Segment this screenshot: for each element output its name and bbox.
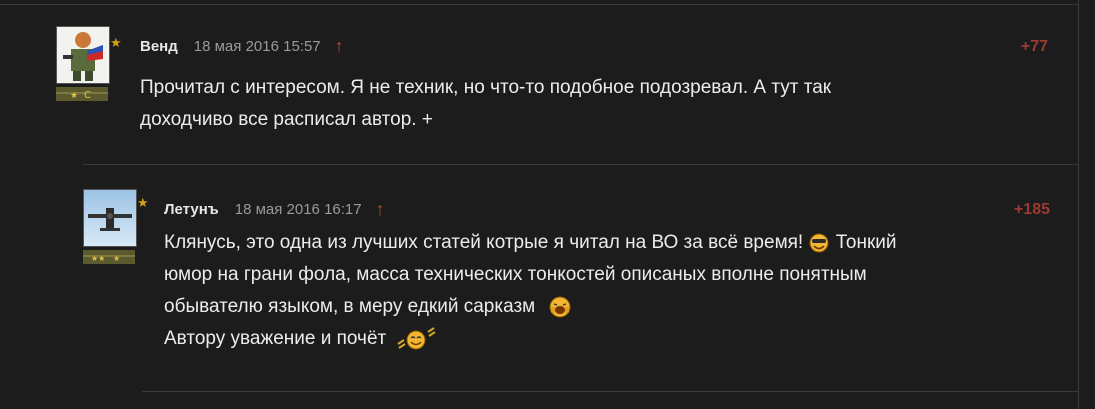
comment-date[interactable]: 18 мая 2016 16:17 xyxy=(235,201,362,218)
svg-text:★: ★ xyxy=(113,254,120,263)
comment-text-line: Прочитал с интересом. Я не техник, но чт… xyxy=(140,77,832,98)
arrow-up-icon[interactable]: ↑ xyxy=(376,200,385,218)
comment-text-line: Клянусь, это одна из лучших статей котры… xyxy=(164,227,1054,259)
author-name[interactable]: Летунъ xyxy=(164,201,219,218)
svg-text:C: C xyxy=(84,90,91,101)
comment-date[interactable]: 18 мая 2016 15:57 xyxy=(194,38,321,55)
comment-score: +77 xyxy=(1020,38,1048,55)
comment-text: Прочитал с интересом. Я не техник, но чт… xyxy=(140,72,1040,136)
comment-meta: Венд 18 мая 2016 15:57 ↑ xyxy=(140,37,344,55)
comment-score: +185 xyxy=(1013,201,1050,218)
comment-meta: Летунъ 18 мая 2016 16:17 ↑ xyxy=(164,200,385,218)
rank-badge: ★★ ★ xyxy=(83,250,135,264)
comment-text-line: юмор на грани фола, масса технических то… xyxy=(164,264,867,285)
user-avatar[interactable] xyxy=(83,189,137,247)
comment-text-fragment: Тонкий xyxy=(830,232,897,253)
comment-text-line: обывателю языком, в меру едкий сарказм xyxy=(164,291,1054,323)
comment-text: Клянусь, это одна из лучших статей котры… xyxy=(164,227,1054,355)
svg-text:★★: ★★ xyxy=(91,254,105,263)
comment-divider xyxy=(83,164,1078,165)
comment-text-fragment: Клянусь, это одна из лучших статей котры… xyxy=(164,232,804,253)
rank-badge: ★ C xyxy=(56,87,108,101)
svg-text:★: ★ xyxy=(70,91,78,101)
comment-text-fragment: Автору уважение и почёт xyxy=(164,328,387,349)
smile-icon xyxy=(809,233,829,253)
comment-text-fragment: обывателю языком, в меру едкий сарказм xyxy=(164,296,536,317)
star-icon: ★ xyxy=(110,35,122,50)
right-divider xyxy=(1078,0,1079,409)
top-divider xyxy=(0,4,1078,5)
applause-icon xyxy=(396,327,436,350)
comment-divider xyxy=(142,391,1078,392)
comment-text-line: Автору уважение и почёт xyxy=(164,323,1054,355)
star-icon: ★ xyxy=(137,195,149,210)
comment-text-line: доходчиво все расписал автор. + xyxy=(140,109,433,130)
author-name[interactable]: Венд xyxy=(140,38,178,55)
arrow-up-icon[interactable]: ↑ xyxy=(335,37,344,55)
laugh-icon xyxy=(549,296,571,318)
user-avatar[interactable] xyxy=(56,26,110,84)
